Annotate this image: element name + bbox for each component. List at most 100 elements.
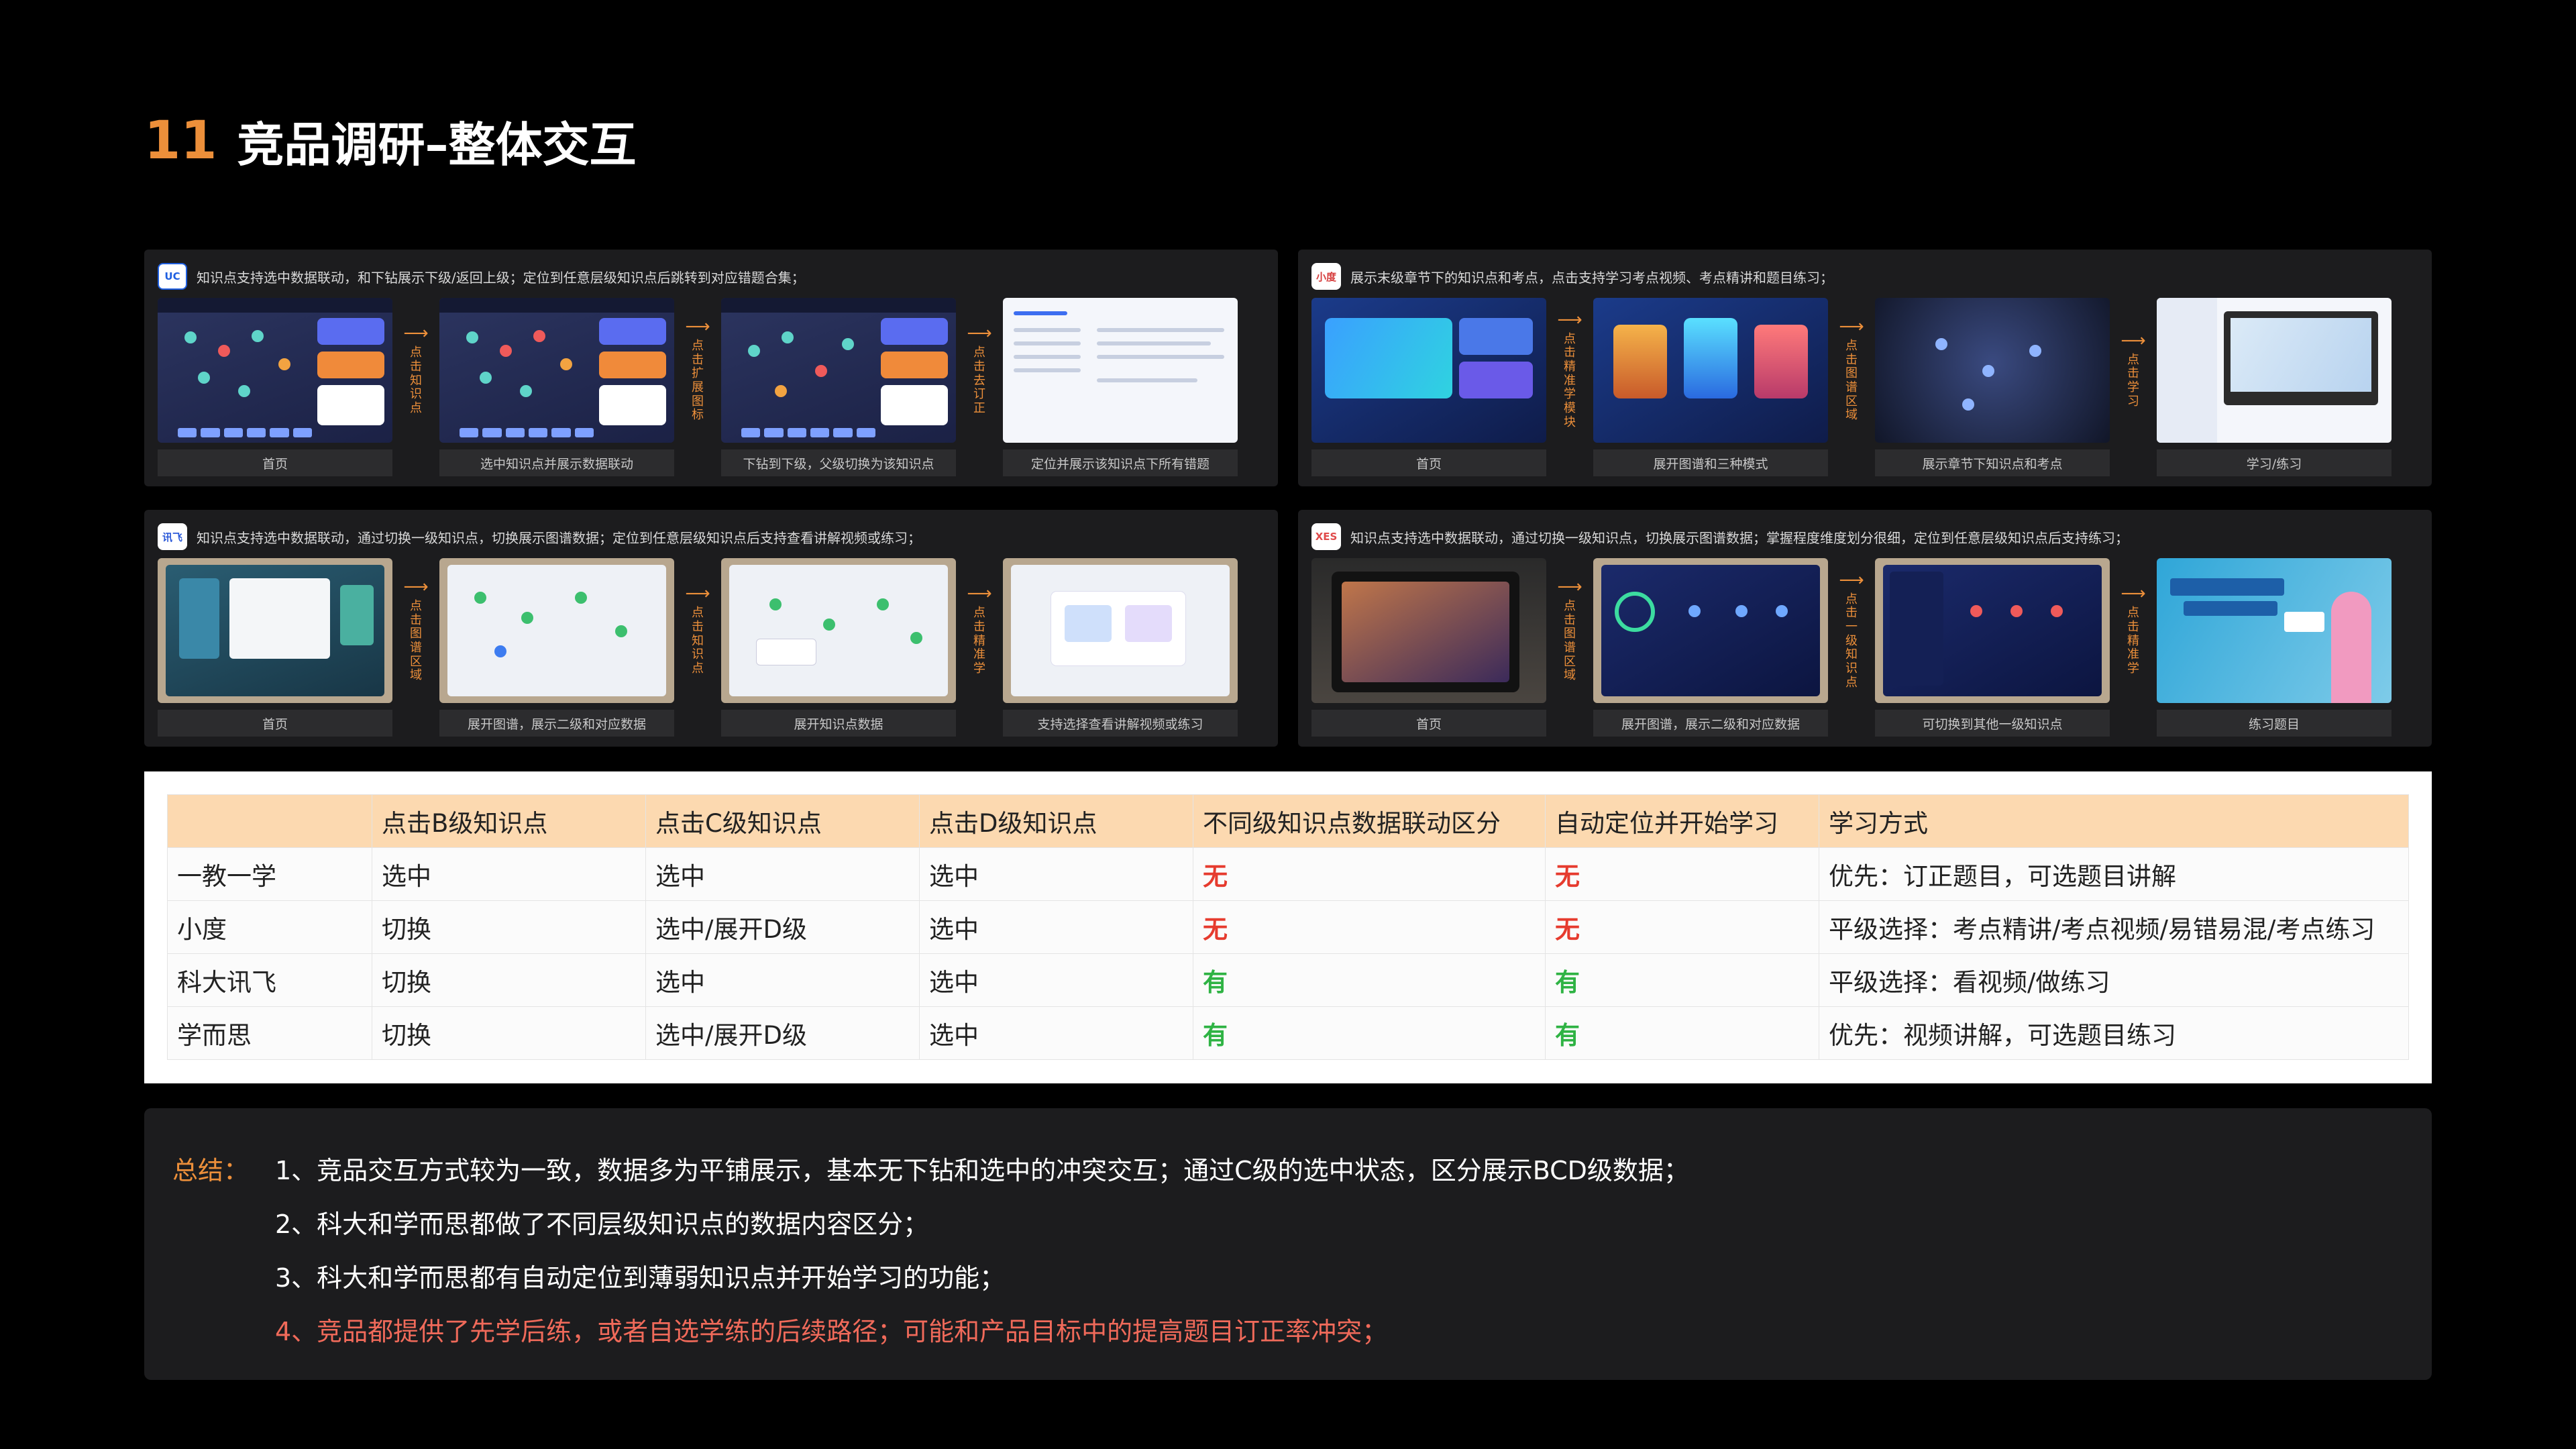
screenshot-home <box>158 558 392 703</box>
screenshot-home <box>158 298 392 443</box>
table-cell: 选中 <box>919 847 1193 901</box>
step-arrow: ⟶ 点击图谱区域 <box>1557 576 1582 683</box>
screenshot-home <box>1311 298 1546 443</box>
step-arrow: ⟶ 点击精准学模块 <box>1557 309 1582 429</box>
table-cell: 平级选择：考点精讲/考点视频/易错易混/考点练习 <box>1819 900 2409 954</box>
table-row: 科大讯飞 切换 选中 选中 有 有 平级选择：看视频/做练习 <box>167 953 2409 1007</box>
table-cell: 有 <box>1193 953 1546 1007</box>
summary-line: 1、竞品交互方式较为一致，数据多为平铺展示，基本无下钻和选中的冲突交互；通过C级… <box>275 1156 1689 1185</box>
arrow-right-icon: ⟶ <box>403 576 429 597</box>
table-cell: 小度 <box>167 900 372 954</box>
arrow-right-icon: ⟶ <box>1557 576 1582 597</box>
step-caption: 练习题目 <box>2157 710 2392 737</box>
comparison-table-card: 点击B级知识点 点击C级知识点 点击D级知识点 不同级知识点数据联动区分 自动定… <box>144 771 2432 1083</box>
table-cell: 优先：视频讲解，可选题目练习 <box>1819 1006 2409 1060</box>
step-arrow: ⟶ 点击图谱区域 <box>1839 316 1864 423</box>
screenshot-graph <box>439 558 674 703</box>
screenshot-drilldown <box>721 298 956 443</box>
arrow-right-icon: ⟶ <box>1557 309 1582 330</box>
arrow-right-icon: ⟶ <box>967 323 992 344</box>
step-arrow: ⟶ 点击扩展图标 <box>685 316 710 423</box>
step-caption: 定位并展示该知识点下所有错题 <box>1003 449 1238 476</box>
table-cell: 选中 <box>919 953 1193 1007</box>
screenshot-mistakes <box>1003 298 1238 443</box>
table-cell: 平级选择：看视频/做练习 <box>1819 953 2409 1007</box>
table-cell: 切换 <box>372 900 646 954</box>
table-cell: 选中/展开D级 <box>645 900 920 954</box>
step-arrow: ⟶ 点击图谱区域 <box>403 576 429 683</box>
screenshot-graph <box>1593 558 1828 703</box>
arrow-right-icon: ⟶ <box>2121 584 2146 604</box>
xiaodu-logo-icon: 小度 <box>1311 263 1341 290</box>
screenshot-practice <box>2157 558 2392 703</box>
table-cell: 无 <box>1545 847 1819 901</box>
table-cell: 学而思 <box>167 1006 372 1060</box>
comparison-table: 点击B级知识点 点击C级知识点 点击D级知识点 不同级知识点数据联动区分 自动定… <box>167 794 2409 1060</box>
screenshot-select <box>439 298 674 443</box>
table-header: 点击B级知识点 <box>372 794 646 848</box>
step-arrow: ⟶ 点击去订正 <box>967 323 992 416</box>
table-cell: 选中 <box>645 847 920 901</box>
table-header: 自动定位并开始学习 <box>1545 794 1819 848</box>
table-cell: 切换 <box>372 1006 646 1060</box>
arrow-right-icon: ⟶ <box>2121 330 2146 351</box>
panel-description: 知识点支持选中数据联动，通过切换一级知识点，切换展示图谱数据；掌握程度维度划分很… <box>1350 529 2129 546</box>
page-title: 11 竞品调研–整体交互 <box>144 107 637 174</box>
step-arrow: ⟶ 点击一级知识点 <box>1839 570 1864 690</box>
step-caption: 支持选择查看讲解视频或练习 <box>1003 710 1238 737</box>
step-caption: 首页 <box>1311 710 1546 737</box>
iflytek-logo-icon: 讯飞 <box>158 523 187 550</box>
panel-description: 展示末级章节下的知识点和考点，点击支持学习考点视频、考点精讲和题目练习； <box>1350 269 1833 286</box>
table-header: 点击D级知识点 <box>919 794 1193 848</box>
section-title: 竞品调研–整体交互 <box>237 117 637 172</box>
screenshot-switch-level <box>1875 558 2110 703</box>
table-cell: 无 <box>1545 900 1819 954</box>
table-row: 小度 切换 选中/展开D级 选中 无 无 平级选择：考点精讲/考点视频/易错易混… <box>167 900 2409 954</box>
table-cell: 选中 <box>372 847 646 901</box>
arrow-right-icon: ⟶ <box>403 323 429 344</box>
competitor-panel-xueersi: XES 知识点支持选中数据联动，通过切换一级知识点，切换展示图谱数据；掌握程度维… <box>1298 510 2432 747</box>
table-cell: 选中 <box>919 900 1193 954</box>
table-cell: 无 <box>1193 900 1546 954</box>
table-row: 学而思 切换 选中/展开D级 选中 有 有 优先：视频讲解，可选题目练习 <box>167 1006 2409 1060</box>
step-arrow: ⟶ 点击精准学 <box>2121 584 2146 676</box>
summary-line: 2、科大和学而思都做了不同层级知识点的数据内容区分； <box>275 1210 929 1239</box>
step-arrow: ⟶ 点击学习 <box>2121 330 2146 409</box>
section-number: 11 <box>144 111 217 171</box>
arrow-right-icon: ⟶ <box>685 316 710 337</box>
table-cell: 选中/展开D级 <box>645 1006 920 1060</box>
table-header-row: 点击B级知识点 点击C级知识点 点击D级知识点 不同级知识点数据联动区分 自动定… <box>167 794 2409 848</box>
step-caption: 展开图谱和三种模式 <box>1593 449 1828 476</box>
step-caption: 学习/练习 <box>2157 449 2392 476</box>
step-caption: 选中知识点并展示数据联动 <box>439 449 674 476</box>
arrow-right-icon: ⟶ <box>1839 316 1864 337</box>
screenshot-study <box>2157 298 2392 443</box>
step-arrow: ⟶ 点击知识点 <box>685 584 710 676</box>
step-caption: 展开图谱，展示二级和对应数据 <box>1593 710 1828 737</box>
table-cell: 切换 <box>372 953 646 1007</box>
step-caption: 展开图谱，展示二级和对应数据 <box>439 710 674 737</box>
summary-label: 总结： <box>172 1156 250 1185</box>
table-cell: 科大讯飞 <box>167 953 372 1007</box>
step-caption: 首页 <box>158 449 392 476</box>
step-caption: 展示章节下知识点和考点 <box>1875 449 2110 476</box>
table-header: 学习方式 <box>1819 794 2409 848</box>
table-cell: 选中 <box>645 953 920 1007</box>
competitor-panel-iflytek: 讯飞 知识点支持选中数据联动，通过切换一级知识点，切换展示图谱数据；定位到任意层… <box>144 510 1278 747</box>
summary-line-highlight: 4、竞品都提供了先学后练，或者自选学练的后续路径；可能和产品目标中的提高题目订正… <box>275 1317 1388 1346</box>
table-cell: 优先：订正题目，可选题目讲解 <box>1819 847 2409 901</box>
table-row: 一教一学 选中 选中 选中 无 无 优先：订正题目，可选题目讲解 <box>167 847 2409 901</box>
table-header: 不同级知识点数据联动区分 <box>1193 794 1546 848</box>
table-cell: 有 <box>1193 1006 1546 1060</box>
panel-description: 知识点支持选中数据联动，和下钻展示下级/返回上级；定位到任意层级知识点后跳转到对… <box>197 269 805 286</box>
screenshot-modes <box>1593 298 1828 443</box>
arrow-right-icon: ⟶ <box>1839 570 1864 590</box>
uc-logo-icon: UC <box>158 263 187 290</box>
summary-line: 3、科大和学而思都有自动定位到薄弱知识点并开始学习的功能； <box>275 1263 1006 1293</box>
competitor-panel-xiaodu: 小度 展示末级章节下的知识点和考点，点击支持学习考点视频、考点精讲和题目练习； … <box>1298 250 2432 486</box>
step-caption: 可切换到其他一级知识点 <box>1875 710 2110 737</box>
table-cell: 一教一学 <box>167 847 372 901</box>
screenshot-chapter <box>1875 298 2110 443</box>
table-cell: 无 <box>1193 847 1546 901</box>
table-cell: 有 <box>1545 953 1819 1007</box>
